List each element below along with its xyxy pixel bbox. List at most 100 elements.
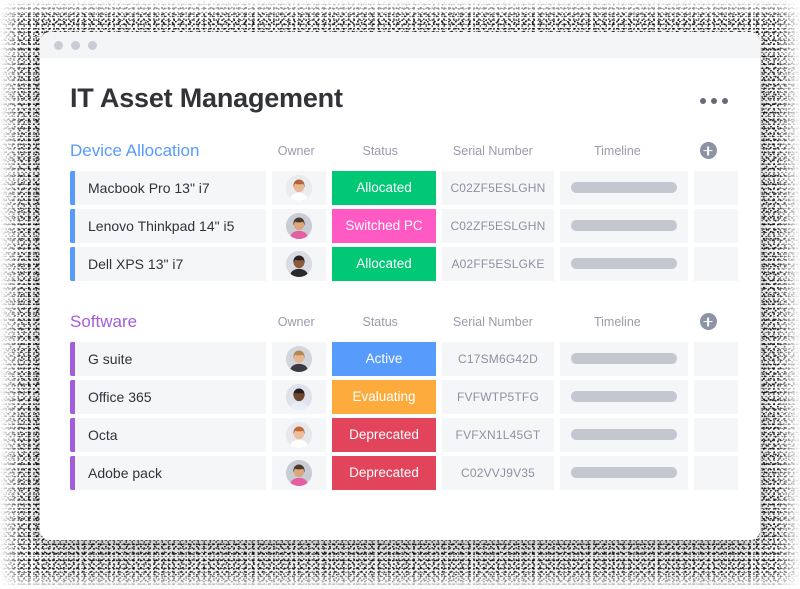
kebab-dot xyxy=(700,98,706,104)
row-end-cell xyxy=(694,417,738,452)
column-header-timeline[interactable]: Timeline xyxy=(554,144,680,158)
status-cell[interactable]: Allocated xyxy=(332,170,436,205)
row-end-cell xyxy=(694,341,738,376)
status-badge: Active xyxy=(332,341,436,376)
row-accent-bar xyxy=(70,379,75,414)
timeline-track xyxy=(571,258,677,270)
column-header-owner[interactable]: Owner xyxy=(270,144,323,158)
timeline-track xyxy=(571,467,677,479)
status-cell[interactable]: Evaluating xyxy=(332,379,436,414)
owner-cell[interactable] xyxy=(272,170,326,205)
status-badge: Allocated xyxy=(332,246,436,281)
row-item-label: Octa xyxy=(88,426,118,443)
row-end-cell xyxy=(694,455,738,490)
column-header-serial[interactable]: Serial Number xyxy=(438,315,549,329)
owner-cell[interactable] xyxy=(272,246,326,281)
row-accent-bar xyxy=(70,341,75,376)
avatar xyxy=(286,345,312,372)
column-header-serial[interactable]: Serial Number xyxy=(438,144,549,158)
page-header: IT Asset Management xyxy=(70,83,730,114)
column-header-owner[interactable]: Owner xyxy=(270,315,323,329)
row-item-name[interactable]: Adobe pack xyxy=(70,455,266,490)
timeline-track xyxy=(571,353,677,365)
timeline-cell[interactable] xyxy=(560,417,688,452)
row-accent-bar xyxy=(70,208,75,243)
group-software: Software Owner Status Serial Number Time… xyxy=(70,311,738,490)
owner-cell[interactable] xyxy=(272,455,326,490)
group-title[interactable]: Software xyxy=(70,313,264,330)
add-column-icon xyxy=(699,142,717,160)
group-list: Device Allocation Owner Status Serial Nu… xyxy=(70,140,738,490)
serial-cell[interactable]: C02VVJ9V35 xyxy=(442,455,554,490)
group-title[interactable]: Device Allocation xyxy=(70,142,264,159)
table-row[interactable]: Adobe pack Deprecated C02VVJ9V35 xyxy=(70,455,738,490)
add-column-button[interactable] xyxy=(687,142,730,160)
page-title: IT Asset Management xyxy=(70,83,343,113)
table-row[interactable]: G suite Active C17SM6G42D xyxy=(70,341,738,376)
timeline-cell[interactable] xyxy=(560,341,688,376)
kebab-dot xyxy=(711,98,717,104)
window-dot-close[interactable] xyxy=(54,40,63,50)
serial-cell[interactable]: C17SM6G42D xyxy=(442,341,554,376)
timeline-cell[interactable] xyxy=(560,455,688,490)
serial-cell[interactable]: FVFWTP5TFG xyxy=(442,379,554,414)
status-cell[interactable]: Switched PC xyxy=(332,208,436,243)
window-dot-maximize[interactable] xyxy=(88,40,97,50)
row-item-name[interactable]: Office 365 xyxy=(70,379,266,414)
row-item-label: Adobe pack xyxy=(88,464,162,481)
table-row[interactable]: Macbook Pro 13" i7 Allocated C02ZF5ESLGH… xyxy=(70,170,738,205)
owner-cell[interactable] xyxy=(272,417,326,452)
owner-cell[interactable] xyxy=(272,341,326,376)
avatar xyxy=(286,250,312,277)
avatar xyxy=(286,421,312,448)
row-item-name[interactable]: Octa xyxy=(70,417,266,452)
serial-cell[interactable]: A02FF5ESLGKE xyxy=(442,246,554,281)
row-end-cell xyxy=(694,208,738,243)
avatar xyxy=(286,174,312,201)
serial-cell[interactable]: C02ZF5ESLGHN xyxy=(442,208,554,243)
kebab-menu-icon[interactable] xyxy=(700,98,728,104)
serial-cell[interactable]: FVFXN1L45GT xyxy=(442,417,554,452)
add-column-button[interactable] xyxy=(687,313,730,331)
status-cell[interactable]: Active xyxy=(332,341,436,376)
row-item-name[interactable]: G suite xyxy=(70,341,266,376)
avatar xyxy=(286,383,312,410)
row-accent-bar xyxy=(70,170,75,205)
row-end-cell xyxy=(694,170,738,205)
timeline-track xyxy=(571,220,677,232)
timeline-cell[interactable] xyxy=(560,379,688,414)
owner-cell[interactable] xyxy=(272,208,326,243)
column-header-timeline[interactable]: Timeline xyxy=(554,315,680,329)
app-window: IT Asset Management Device Allocation Ow… xyxy=(40,32,760,540)
row-accent-bar xyxy=(70,455,75,490)
row-item-label: G suite xyxy=(88,350,133,367)
owner-cell[interactable] xyxy=(272,379,326,414)
status-cell[interactable]: Allocated xyxy=(332,246,436,281)
row-item-label: Dell XPS 13" i7 xyxy=(88,255,184,272)
kebab-dot xyxy=(722,98,728,104)
add-column-icon xyxy=(699,313,717,331)
status-cell[interactable]: Deprecated xyxy=(332,417,436,452)
window-dot-minimize[interactable] xyxy=(71,40,80,50)
board-content: IT Asset Management Device Allocation Ow… xyxy=(40,58,760,490)
serial-cell[interactable]: C02ZF5ESLGHN xyxy=(442,170,554,205)
status-cell[interactable]: Deprecated xyxy=(332,455,436,490)
table-row[interactable]: Lenovo Thinkpad 14" i5 Switched PC C02ZF… xyxy=(70,208,738,243)
row-item-name[interactable]: Macbook Pro 13" i7 xyxy=(70,170,266,205)
row-end-cell xyxy=(694,246,738,281)
timeline-cell[interactable] xyxy=(560,246,688,281)
timeline-track xyxy=(571,391,677,403)
table-row[interactable]: Office 365 Evaluating FVFWTP5TFG xyxy=(70,379,738,414)
status-badge: Allocated xyxy=(332,170,436,205)
column-header-status[interactable]: Status xyxy=(329,315,432,329)
timeline-cell[interactable] xyxy=(560,170,688,205)
table-row[interactable]: Octa Deprecated FVFXN1L45GT xyxy=(70,417,738,452)
column-header-status[interactable]: Status xyxy=(329,144,432,158)
table-row[interactable]: Dell XPS 13" i7 Allocated A02FF5ESLGKE xyxy=(70,246,738,281)
row-item-name[interactable]: Dell XPS 13" i7 xyxy=(70,246,266,281)
timeline-cell[interactable] xyxy=(560,208,688,243)
row-item-name[interactable]: Lenovo Thinkpad 14" i5 xyxy=(70,208,266,243)
avatar xyxy=(286,459,312,486)
row-item-label: Lenovo Thinkpad 14" i5 xyxy=(88,217,235,234)
timeline-track xyxy=(571,182,677,194)
